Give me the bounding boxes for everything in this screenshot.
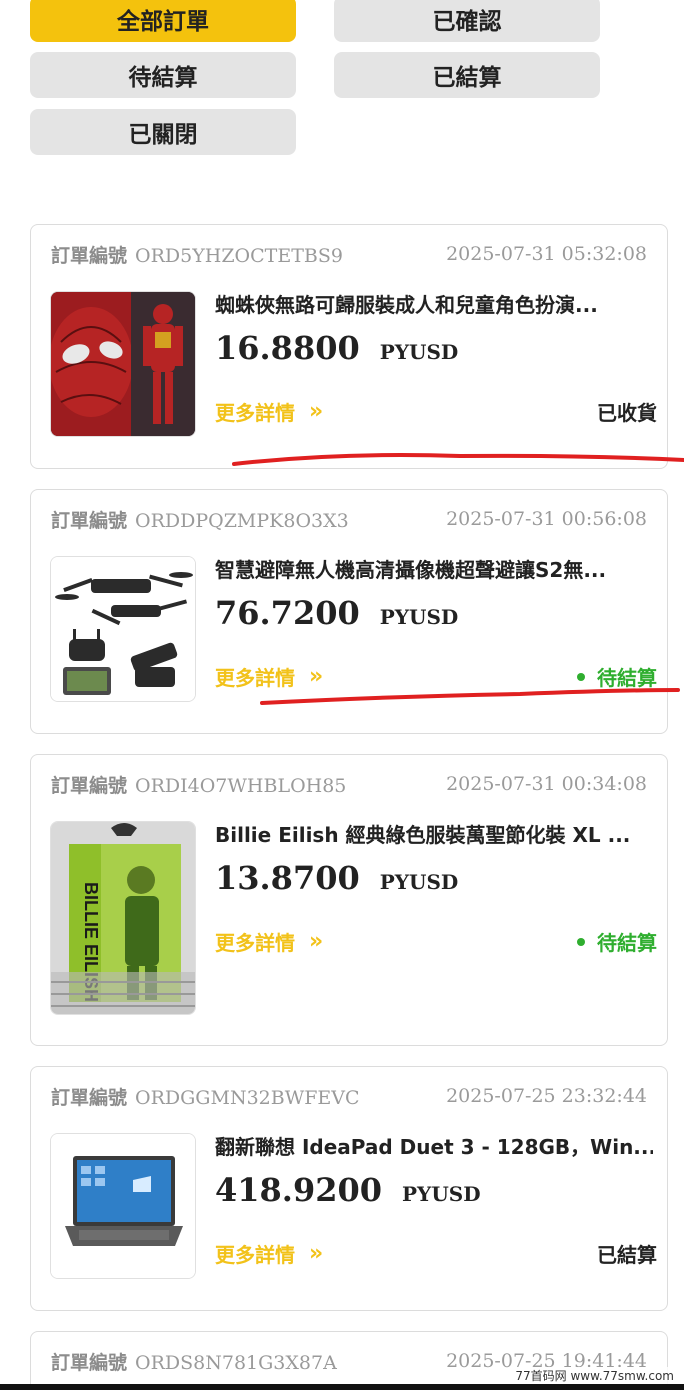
order-header: 訂單編號 ORDGGMN32BWFEVC 2025-07-25 23:32:44 <box>51 1081 647 1111</box>
laptop-image <box>51 1134 195 1278</box>
filter-label: 待結算 <box>128 65 198 91</box>
order-price: 418.9200 <box>215 1171 382 1209</box>
currency: PYUSD <box>379 605 459 629</box>
currency: PYUSD <box>379 340 459 364</box>
order-number-label: 訂單編號 <box>51 1351 128 1374</box>
product-thumbnail[interactable] <box>50 556 196 702</box>
price-row: 13.8700 PYUSD <box>215 859 458 897</box>
more-details-label: 更多詳情 <box>215 401 295 425</box>
order-price: 76.7200 <box>215 594 360 632</box>
more-details-label: 更多詳情 <box>215 1243 295 1267</box>
order-status: 待結算 <box>577 927 657 956</box>
product-thumbnail[interactable] <box>50 1133 196 1279</box>
filter-settled[interactable]: 已結算 <box>334 52 600 98</box>
order-status: 已收貨 <box>597 397 657 426</box>
bottom-bar <box>0 1384 684 1390</box>
order-card: 訂單編號 ORD5YHZOCTETBS9 2025-07-31 05:32:08 … <box>30 224 668 469</box>
spiderman-costume-image <box>51 292 195 436</box>
order-header: 訂單編號 ORD5YHZOCTETBS9 2025-07-31 05:32:08 <box>51 239 647 269</box>
double-chevron-right-icon: » <box>309 929 324 954</box>
product-thumbnail[interactable] <box>50 291 196 437</box>
status-dot-icon <box>577 937 585 946</box>
filter-label: 已結算 <box>432 65 502 91</box>
filter-label: 全部訂單 <box>117 9 209 35</box>
price-row: 76.7200 PYUSD <box>215 594 458 632</box>
drone-image <box>51 557 195 701</box>
more-details-link[interactable]: 更多詳情 » <box>215 1239 323 1268</box>
status-dot-icon <box>577 672 585 681</box>
order-time: 2025-07-31 00:56:08 <box>446 508 647 530</box>
order-price: 16.8800 <box>215 329 360 367</box>
status-text: 待結算 <box>597 931 657 955</box>
order-number: ORDI4O7WHBLOH85 <box>135 774 347 797</box>
more-details-link[interactable]: 更多詳情 » <box>215 927 323 956</box>
filter-all-orders[interactable]: 全部訂單 <box>30 0 296 42</box>
price-row: 418.9200 PYUSD <box>215 1171 481 1209</box>
order-header: 訂單編號 ORDDPQZMPK8O3X3 2025-07-31 00:56:08 <box>51 504 647 534</box>
double-chevron-right-icon: » <box>309 1241 324 1266</box>
order-number-label: 訂單編號 <box>51 1086 128 1109</box>
currency: PYUSD <box>402 1182 481 1206</box>
status-text: 已收貨 <box>597 401 657 425</box>
filter-label: 已確認 <box>432 9 502 35</box>
product-title: Billie Eilish 經典綠色服裝萬聖節化裝 XL ... <box>215 823 631 847</box>
order-number: ORD5YHZOCTETBS9 <box>135 244 343 267</box>
product-title: 智慧避障無人機高清攝像機超聲避讓S2無... <box>215 558 607 582</box>
order-number-label: 訂單編號 <box>51 509 128 532</box>
more-details-link[interactable]: 更多詳情 » <box>215 397 323 426</box>
green-costume-image: BILLIE EILISH <box>51 822 195 1014</box>
order-status: 待結算 <box>577 662 657 691</box>
order-number-label: 訂單編號 <box>51 774 128 797</box>
order-card: 訂單編號 ORDGGMN32BWFEVC 2025-07-25 23:32:44 … <box>30 1066 668 1311</box>
currency: PYUSD <box>379 870 459 894</box>
order-number: ORDGGMN32BWFEVC <box>135 1086 360 1109</box>
order-number: ORDS8N781G3X87A <box>135 1351 337 1374</box>
filter-confirmed[interactable]: 已確認 <box>334 0 600 42</box>
order-card: 訂單編號 ORDI4O7WHBLOH85 2025-07-31 00:34:08 … <box>30 754 668 1046</box>
filter-pending-settlement[interactable]: 待結算 <box>30 52 296 98</box>
order-status: 已結算 <box>597 1239 657 1268</box>
product-thumbnail[interactable]: BILLIE EILISH <box>50 821 196 1015</box>
status-text: 待結算 <box>597 666 657 690</box>
watermark: 77首码网 www.77smw.com <box>511 1367 678 1384</box>
more-details-label: 更多詳情 <box>215 931 295 955</box>
more-details-label: 更多詳情 <box>215 666 295 690</box>
filter-label: 已關閉 <box>128 122 198 148</box>
price-row: 16.8800 PYUSD <box>215 329 458 367</box>
order-number: ORDDPQZMPK8O3X3 <box>135 509 349 532</box>
double-chevron-right-icon: » <box>309 664 324 689</box>
order-time: 2025-07-31 00:34:08 <box>446 773 647 795</box>
order-price: 13.8700 <box>215 859 360 897</box>
order-number-label: 訂單編號 <box>51 244 128 267</box>
order-time: 2025-07-25 23:32:44 <box>446 1085 647 1107</box>
order-card: 訂單編號 ORDDPQZMPK8O3X3 2025-07-31 00:56:08 <box>30 489 668 734</box>
order-header: 訂單編號 ORDI4O7WHBLOH85 2025-07-31 00:34:08 <box>51 769 647 799</box>
status-text: 已結算 <box>597 1243 657 1267</box>
double-chevron-right-icon: » <box>309 399 324 424</box>
more-details-link[interactable]: 更多詳情 » <box>215 662 323 691</box>
product-title: 翻新聯想 IdeaPad Duet 3 - 128GB，Win... <box>215 1135 653 1159</box>
order-time: 2025-07-31 05:32:08 <box>446 243 647 265</box>
product-title: 蜘蛛俠無路可歸服裝成人和兒童角色扮演... <box>215 293 598 317</box>
filter-closed[interactable]: 已關閉 <box>30 109 296 155</box>
